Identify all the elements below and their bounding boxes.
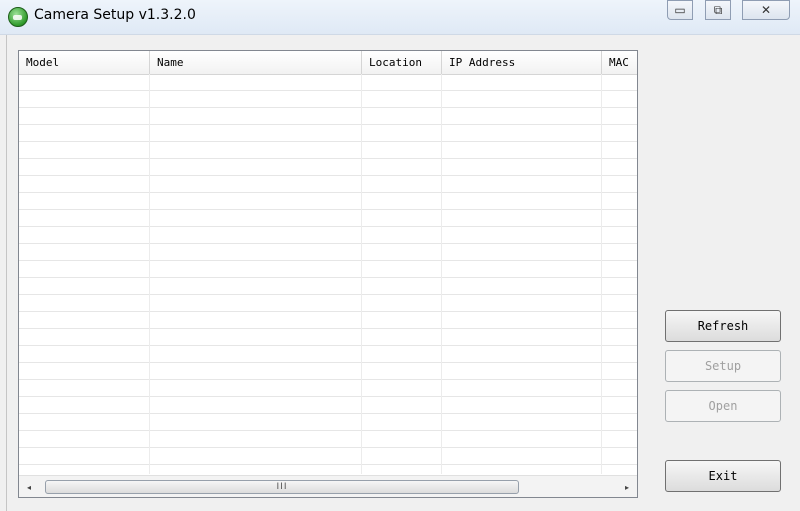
scrollbar-grip-icon: III [276, 482, 288, 492]
column-header-mac[interactable]: MAC [602, 51, 637, 74]
exit-button[interactable]: Exit [665, 460, 781, 492]
minimize-button[interactable]: ▭ [667, 0, 693, 20]
window-title: Camera Setup v1.3.2.0 [34, 7, 196, 23]
scroll-right-arrow-icon[interactable]: ▸ [617, 476, 637, 497]
column-divider [441, 74, 442, 474]
column-divider [361, 74, 362, 474]
close-button[interactable]: ✕ [742, 0, 790, 20]
app-icon [8, 7, 28, 27]
horizontal-scrollbar[interactable]: ◂ III ▸ [19, 475, 637, 497]
scroll-left-arrow-icon[interactable]: ◂ [19, 476, 39, 497]
refresh-button[interactable]: Refresh [665, 310, 781, 342]
setup-button[interactable]: Setup [665, 350, 781, 382]
list-header: Model Name Location IP Address MAC [19, 51, 637, 75]
column-divider [601, 74, 602, 474]
title-bar[interactable]: Camera Setup v1.3.2.0 ▭ ⧉ ✕ [0, 0, 800, 35]
column-header-model[interactable]: Model [19, 51, 150, 74]
open-button[interactable]: Open [665, 390, 781, 422]
close-icon: ✕ [760, 3, 772, 17]
list-rows-area[interactable] [19, 74, 637, 474]
column-header-ip-address[interactable]: IP Address [442, 51, 602, 74]
column-header-name[interactable]: Name [150, 51, 362, 74]
column-header-location[interactable]: Location [362, 51, 442, 74]
minimize-icon: ▭ [674, 3, 686, 17]
scrollbar-thumb[interactable]: III [45, 480, 519, 494]
maximize-icon: ⧉ [713, 2, 723, 17]
column-divider [149, 74, 150, 474]
maximize-button[interactable]: ⧉ [705, 0, 731, 20]
camera-list[interactable]: Model Name Location IP Address MAC ◂ III… [18, 50, 638, 498]
